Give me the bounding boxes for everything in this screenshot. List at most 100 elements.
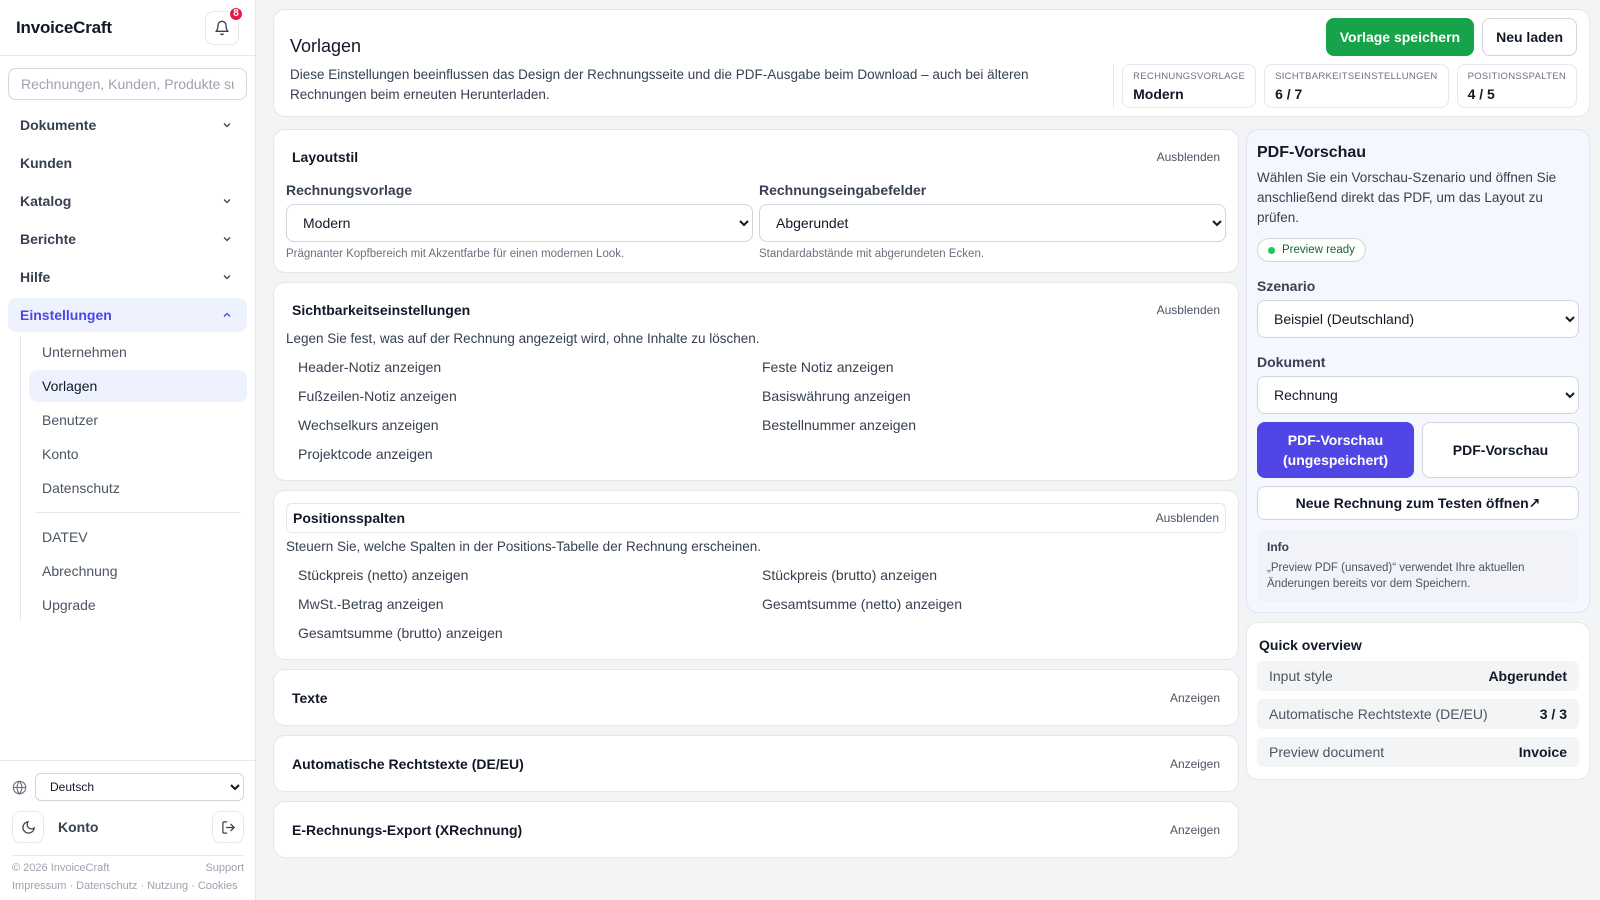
subnav-item-vorlagen[interactable]: Vorlagen (29, 370, 247, 402)
support-link[interactable]: Support (205, 862, 244, 874)
nav-item-einstellungen[interactable]: Einstellungen (8, 298, 247, 332)
info-text: „Preview PDF (unsaved)“ verwendet Ihre a… (1267, 562, 1525, 590)
visibility-option[interactable]: Projektcode anzeigen (298, 439, 762, 468)
nav-item-katalog[interactable]: Katalog (8, 184, 247, 218)
visibility-option[interactable]: Feste Notiz anzeigen (762, 352, 1226, 381)
stat-value: Modern (1133, 86, 1184, 102)
section-toggle[interactable]: Anzeigen (1170, 757, 1220, 771)
template-select[interactable]: Modern (286, 204, 753, 242)
stat-columns: Positionsspalten 4 / 5 (1456, 64, 1577, 108)
subnav-item-konto[interactable]: Konto (29, 438, 247, 470)
bell-icon (215, 20, 229, 35)
copyright-text: © 2026 InvoiceCraft (12, 862, 110, 874)
page-header: Vorlagen Diese Einstellungen beeinflusse… (273, 9, 1590, 117)
quick-overview-panel: Quick overview Input style Abgerundet Au… (1246, 622, 1590, 780)
settings-subnav: Unternehmen Vorlagen Benutzer Konto Date… (20, 336, 247, 621)
visibility-option[interactable]: Basiswährung anzeigen (762, 381, 1226, 410)
account-link[interactable]: Konto (58, 819, 98, 835)
subnav-item-datenschutz[interactable]: Datenschutz (29, 472, 247, 504)
subnav-item-upgrade[interactable]: Upgrade (29, 589, 247, 621)
main-nav: Dokumente Kunden Katalog Berichte Hilfe … (0, 108, 255, 621)
column-option[interactable]: Gesamtsumme (netto) anzeigen (762, 589, 1226, 618)
logout-icon (221, 820, 235, 834)
stat-label: Positionsspalten (1467, 71, 1566, 82)
section-toggle[interactable]: Anzeigen (1170, 691, 1220, 705)
overview-value: Invoice (1518, 744, 1567, 760)
section-toggle[interactable]: Ausblenden (1157, 303, 1220, 317)
visibility-option[interactable]: Bestellnummer anzeigen (762, 410, 1226, 439)
preview-unsaved-button[interactable]: PDF-Vorschau (ungespeichert) (1257, 422, 1414, 478)
layout-style-section: Layoutstil Ausblenden Rechnungsvorlage M… (273, 129, 1239, 273)
subnav-item-datev[interactable]: DATEV (29, 521, 247, 553)
section-toggle[interactable]: Anzeigen (1170, 823, 1220, 837)
overview-label: Automatische Rechtstexte (DE/EU) (1269, 706, 1488, 722)
legal-links[interactable]: Impressum · Datenschutz · Nutzung · Cook… (12, 880, 244, 892)
open-test-invoice-button[interactable]: Neue Rechnung zum Testen öffnen↗ (1257, 486, 1579, 520)
xrechnung-section[interactable]: E-Rechnungs-Export (XRechnung) Anzeigen (273, 801, 1239, 858)
document-select[interactable]: Rechnung (1257, 376, 1579, 414)
section-title: Positionsspalten (293, 510, 406, 526)
main-content: Vorlagen Diese Einstellungen beeinflusse… (273, 9, 1590, 858)
texts-section[interactable]: Texte Anzeigen (273, 669, 1239, 726)
notifications-button[interactable]: 8 (205, 5, 244, 45)
column-option[interactable]: Stückpreis (netto) anzeigen (298, 560, 762, 589)
overview-title: Quick overview (1259, 637, 1362, 653)
visibility-section: Sichtbarkeitseinstellungen Ausblenden Le… (273, 282, 1239, 481)
preview-title: PDF-Vorschau (1257, 144, 1367, 161)
nav-item-hilfe[interactable]: Hilfe (8, 260, 247, 294)
columns-section: Positionsspalten Ausblenden Steuern Sie,… (273, 490, 1239, 660)
visibility-options: Header-Notiz anzeigen Feste Notiz anzeig… (286, 352, 1226, 468)
overview-value: Abgerundet (1488, 668, 1567, 684)
sidebar-header: InvoiceCraft 8 (0, 0, 255, 56)
visibility-option[interactable]: Header-Notiz anzeigen (298, 352, 762, 381)
theme-toggle-button[interactable] (12, 811, 44, 843)
stat-value: 6 / 7 (1275, 86, 1303, 102)
language-select[interactable]: Deutsch (35, 773, 244, 801)
preview-buttons: PDF-Vorschau (ungespeichert) PDF-Vorscha… (1257, 422, 1579, 478)
logout-button[interactable] (212, 811, 244, 843)
stats-row: Rechnungsvorlage Modern Sichtbarkeitsein… (1113, 64, 1577, 108)
subnav-item-unternehmen[interactable]: Unternehmen (29, 336, 247, 368)
section-header: E-Rechnungs-Export (XRechnung) Anzeigen (286, 815, 1226, 845)
field-label: Rechnungseingabefelder (759, 182, 927, 198)
scenario-label: Szenario (1257, 278, 1316, 294)
legal-texts-section[interactable]: Automatische Rechtstexte (DE/EU) Anzeige… (273, 735, 1239, 792)
overview-value: 3 / 3 (1539, 706, 1567, 722)
nav-item-dokumente[interactable]: Dokumente (8, 108, 247, 142)
sidebar: InvoiceCraft 8 Dokumente Kunden Katalog … (0, 0, 256, 900)
scenario-select[interactable]: Beispiel (Deutschland) (1257, 300, 1579, 338)
settings-column: Layoutstil Ausblenden Rechnungsvorlage M… (273, 129, 1239, 867)
visibility-option[interactable]: Wechselkurs anzeigen (298, 410, 762, 439)
nav-item-berichte[interactable]: Berichte (8, 222, 247, 256)
reload-button[interactable]: Neu laden (1482, 18, 1577, 56)
section-toggle[interactable]: Ausblenden (1156, 511, 1219, 525)
stat-value: 4 / 5 (1467, 86, 1495, 102)
overview-row: Preview document Invoice (1257, 737, 1579, 767)
preview-saved-button[interactable]: PDF-Vorschau (1422, 422, 1579, 478)
column-option[interactable]: Gesamtsumme (brutto) anzeigen (298, 618, 762, 647)
section-toggle[interactable]: Ausblenden (1157, 150, 1220, 164)
overview-label: Preview document (1269, 744, 1385, 760)
save-template-button[interactable]: Vorlage speichern (1325, 18, 1475, 56)
section-description: Steuern Sie, welche Spalten in der Posit… (286, 539, 762, 554)
subnav-item-benutzer[interactable]: Benutzer (29, 404, 247, 436)
chevron-down-icon (219, 231, 235, 247)
template-field: Rechnungsvorlage Modern Prägnanter Kopfb… (286, 182, 753, 260)
column-option[interactable]: MwSt.-Betrag anzeigen (298, 589, 762, 618)
search-box (8, 68, 247, 100)
layout-fields: Rechnungsvorlage Modern Prägnanter Kopfb… (286, 182, 1226, 260)
section-header: Positionsspalten Ausblenden (286, 503, 1226, 533)
preview-description: Wählen Sie ein Vorschau-Szenario und öff… (1257, 170, 1557, 225)
input-style-select[interactable]: Abgerundet (759, 204, 1226, 242)
info-box: Info „Preview PDF (unsaved)“ verwendet I… (1257, 530, 1579, 602)
chevron-down-icon (219, 117, 235, 133)
subnav-item-abrechnung[interactable]: Abrechnung (29, 555, 247, 587)
search-input[interactable] (9, 69, 246, 99)
column-option[interactable]: Stückpreis (brutto) anzeigen (762, 560, 1226, 589)
nav-item-kunden[interactable]: Kunden (8, 146, 247, 180)
visibility-option[interactable]: Fußzeilen-Notiz anzeigen (298, 381, 762, 410)
brand-logo[interactable]: InvoiceCraft (16, 18, 112, 38)
overview-row: Automatische Rechtstexte (DE/EU) 3 / 3 (1257, 699, 1579, 729)
account-row: Konto (12, 811, 244, 843)
nav-label: Kunden (20, 155, 73, 171)
